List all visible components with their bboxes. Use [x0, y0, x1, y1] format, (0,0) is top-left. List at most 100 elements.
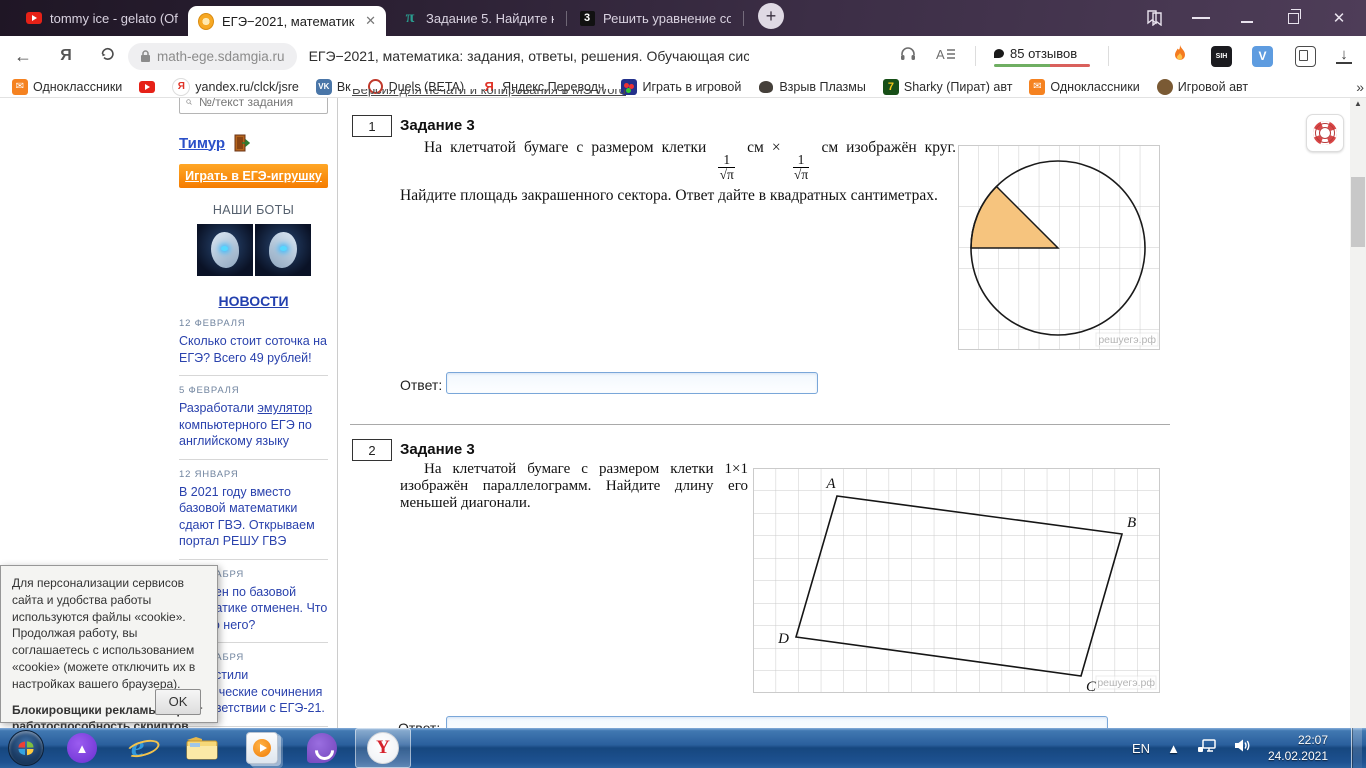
username-link[interactable]: Тимур — [179, 135, 225, 152]
hidden-icons-chevron[interactable]: ▲ — [1167, 741, 1180, 756]
mail-icon: ✉ — [1029, 79, 1045, 95]
new-tab-button[interactable]: + — [758, 3, 784, 29]
url-text: math-ege.sdamgia.ru — [157, 49, 285, 64]
adguard-fire-icon[interactable] — [1159, 44, 1201, 69]
show-desktop-button[interactable] — [1351, 728, 1362, 768]
news-item[interactable]: 12 ЯНВАРЯ В 2021 году вместо базовой мат… — [179, 469, 328, 550]
window-controls: ✕ — [1146, 9, 1366, 27]
search-input[interactable] — [197, 97, 321, 110]
divider — [1108, 46, 1109, 66]
reload-icon[interactable] — [86, 45, 128, 67]
yandex-browser-icon: Y — [367, 732, 399, 764]
restore-button[interactable] — [1284, 9, 1302, 27]
tab-equation[interactable]: 3 Решить уравнение cos Пх — [569, 0, 741, 36]
start-button[interactable] — [0, 728, 52, 768]
news-heading[interactable]: НОВОСТИ — [179, 293, 328, 309]
taskbar-alice[interactable]: ▲ — [52, 728, 112, 768]
scroll-up-icon[interactable]: ▲ — [1350, 99, 1366, 108]
lifebuoy-icon — [1313, 121, 1337, 145]
bookmark-yandex-link[interactable]: Я yandex.ru/clck/jsre — [172, 78, 299, 96]
tabs-panel-icon[interactable] — [1146, 9, 1164, 27]
bookmark-vk[interactable]: VK Вк — [316, 79, 351, 95]
tab-close-icon[interactable]: ✕ — [363, 13, 376, 29]
robot-image[interactable] — [255, 224, 311, 276]
news-item[interactable]: 12 ФЕВРАЛЯ Сколько стоит соточка на ЕГЭ?… — [179, 318, 328, 366]
tab-separator — [566, 11, 567, 26]
tab-task5[interactable]: π Задание 5. Найдите корен — [392, 0, 564, 36]
url-pill[interactable]: math-ege.sdamgia.ru — [128, 43, 297, 70]
bookmark-sharky[interactable]: 7 Sharky (Пират) авт — [883, 79, 1013, 95]
back-icon[interactable]: ← — [0, 46, 46, 67]
taskbar-media-player[interactable] — [232, 728, 292, 768]
news-link[interactable]: эмулятор — [258, 401, 313, 415]
page-scrollbar[interactable]: ▲ — [1350, 97, 1366, 728]
language-indicator[interactable]: EN — [1132, 741, 1150, 756]
menu-icon[interactable] — [1192, 9, 1210, 27]
tab-title: tommy ice - gelato (Officia — [50, 11, 178, 26]
volume-icon[interactable] — [1234, 738, 1251, 758]
minimize-button[interactable] — [1238, 9, 1256, 27]
extension-icon[interactable] — [1295, 46, 1316, 67]
scrollbar-thumb[interactable] — [1351, 177, 1365, 247]
youtube-icon — [139, 81, 155, 93]
folder-icon — [185, 734, 219, 762]
task-number-box[interactable]: 2 — [352, 439, 392, 461]
alice-icon: ▲ — [67, 733, 97, 763]
bookmarks-overflow-icon[interactable]: » — [1356, 79, 1364, 95]
system-tray: EN ▲ 22:07 24.02.2021 — [1132, 728, 1366, 768]
tab-sdamgia-active[interactable]: ЕГЭ−2021, математика: ✕ — [188, 6, 386, 36]
paw-icon — [758, 79, 774, 95]
taskbar-internet-explorer[interactable]: e — [112, 728, 172, 768]
bookmark-youtube[interactable] — [139, 81, 155, 93]
task-divider — [350, 424, 1170, 425]
v-extension-icon[interactable]: V — [1252, 46, 1273, 67]
tab-separator — [743, 11, 744, 26]
tab-youtube[interactable]: tommy ice - gelato (Officia — [16, 0, 188, 36]
task-heading: Задание 3 — [400, 441, 475, 458]
task-number-box[interactable]: 1 — [352, 115, 392, 137]
downloads-icon[interactable]: ↓ — [1336, 48, 1352, 64]
robot-image[interactable] — [197, 224, 253, 276]
vk-icon: VK — [316, 79, 332, 95]
tab-title: Задание 5. Найдите корен — [426, 11, 554, 26]
answer-input-1[interactable] — [446, 372, 818, 394]
divider — [179, 459, 328, 460]
cookie-text: Для персонализации сервисов сайта и удоб… — [12, 575, 206, 693]
taskbar-viber[interactable] — [292, 728, 352, 768]
bookmark-plasma[interactable]: Взрыв Плазмы — [758, 79, 866, 95]
media-player-icon — [246, 732, 278, 764]
taskbar-clock[interactable]: 22:07 24.02.2021 — [1268, 732, 1328, 764]
user-row: Тимур — [179, 134, 328, 152]
bookmark-slots[interactable]: Игровой авт — [1157, 79, 1248, 95]
ege-game-button[interactable]: Играть в ЕГЭ-игрушку — [179, 164, 328, 188]
cookie-ok-button[interactable]: OK — [155, 689, 201, 715]
task-search-box[interactable] — [179, 97, 328, 114]
reader-mode-icon[interactable]: A — [927, 46, 965, 67]
comment-icon — [994, 49, 1004, 58]
mail-icon: ✉ — [12, 79, 28, 95]
reviews-widget[interactable]: 85 отзывов — [994, 46, 1090, 67]
address-bar: ← Я math-ege.sdamgia.ru ЕГЭ−2021, матема… — [0, 36, 1366, 76]
news-item[interactable]: 5 ФЕВРАЛЯ Разработали эмулятор компьютер… — [179, 385, 328, 450]
sdamgia-lemon-icon — [198, 13, 214, 29]
help-lifebuoy-button[interactable] — [1306, 114, 1344, 152]
bots-heading: НАШИ БОТЫ — [179, 203, 328, 217]
youtube-icon — [26, 10, 42, 26]
vertex-label-b: B — [1127, 515, 1136, 531]
taskbar-explorer[interactable] — [172, 728, 232, 768]
bookmark-odnoklassniki-2[interactable]: ✉ Одноклассники — [1029, 79, 1139, 95]
sih-extension-icon[interactable]: SIH — [1211, 46, 1232, 67]
clock-time: 22:07 — [1268, 732, 1328, 748]
close-button[interactable]: ✕ — [1330, 9, 1348, 27]
screen: tommy ice - gelato (Officia ЕГЭ−2021, ма… — [0, 0, 1366, 768]
network-icon[interactable] — [1197, 738, 1217, 759]
headphones-icon[interactable] — [889, 45, 927, 67]
bookmark-odnoklassniki[interactable]: ✉ Одноклассники — [12, 79, 122, 95]
print-version-link[interactable]: Версия для печати и копирования в MS Wor… — [352, 89, 724, 97]
divider — [179, 375, 328, 376]
taskbar-yandex-browser-active[interactable]: Y — [352, 728, 414, 768]
search-icon — [186, 97, 192, 108]
yandex-icon[interactable]: Я — [46, 47, 86, 65]
tab-title: Решить уравнение cos Пх — [603, 11, 731, 26]
logout-door-icon[interactable] — [233, 134, 250, 152]
